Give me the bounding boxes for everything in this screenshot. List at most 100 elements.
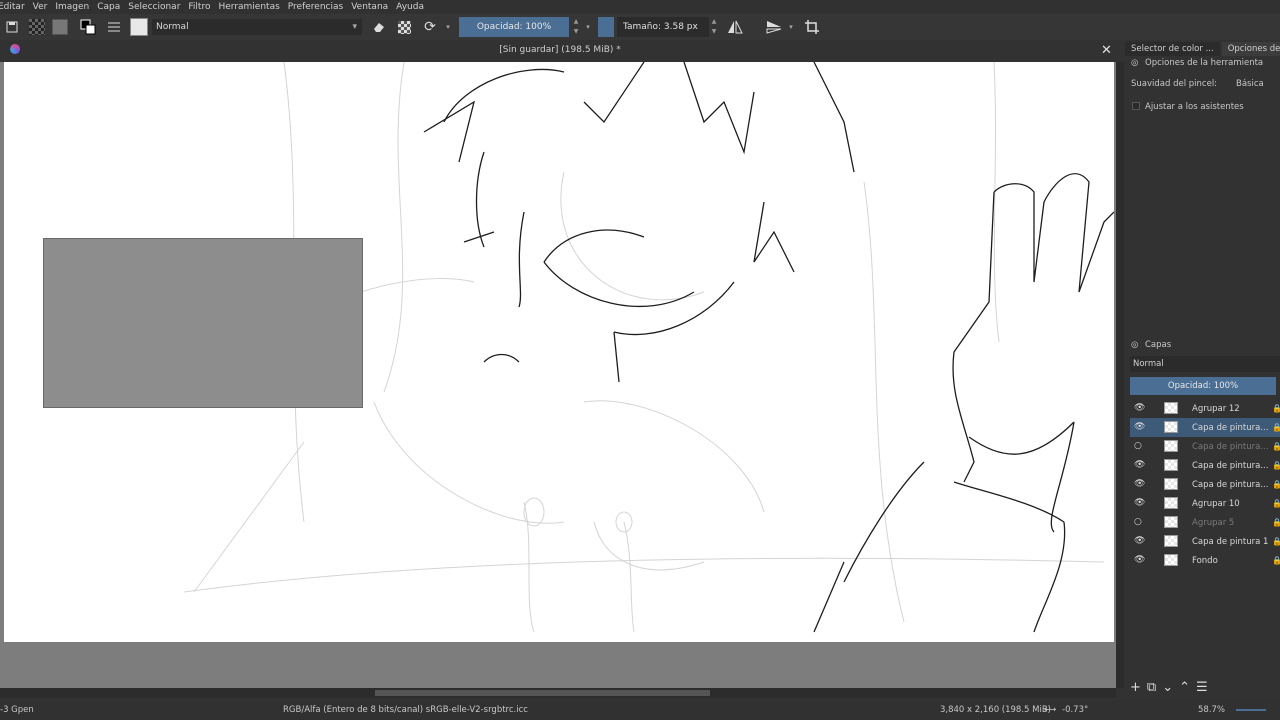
menu-ayuda[interactable]: Ayuda (396, 2, 424, 12)
menu-preferencias[interactable]: Preferencias (288, 2, 343, 12)
foreground-color-swatch[interactable] (598, 17, 614, 37)
layer-name: Agrupar 12 (1192, 404, 1240, 414)
menu-herramientas[interactable]: Herramientas (218, 2, 279, 12)
lock-icon[interactable]: 🔒 (1272, 499, 1280, 508)
wrap-around-icon[interactable] (803, 18, 821, 36)
status-bar: -3 Gpen RGB/Alfa (Entero de 8 bits/canal… (0, 700, 1280, 720)
lock-icon[interactable]: 🔒 (1272, 461, 1280, 470)
layer-thumbnail (1164, 478, 1178, 490)
layer-thumbnail (1164, 497, 1178, 509)
lock-icon[interactable]: 🔒 (1272, 537, 1280, 546)
layer-row[interactable]: 👁 Capa de pintura... 🔒 (1130, 456, 1280, 475)
lock-icon[interactable]: 🔒 (1272, 423, 1280, 432)
status-rotation[interactable]: -0.73° (1062, 705, 1088, 715)
layer-opacity-slider[interactable]: Opacidad: 100% (1130, 377, 1276, 395)
status-zoom[interactable]: 58.7% (1198, 705, 1225, 715)
eye-icon[interactable]: 👁 (1134, 555, 1145, 565)
layer-blend-select[interactable]: Normal (1130, 356, 1280, 372)
size-slider[interactable]: Tamaño: 3.58 px (617, 17, 709, 37)
layer-name: Fondo (1192, 556, 1218, 566)
mirror-horizontal-icon[interactable] (726, 18, 744, 36)
menu-filtro[interactable]: Filtro (188, 2, 210, 12)
layer-name: Capa de pintura... (1192, 423, 1269, 433)
color-swap-icon[interactable] (79, 18, 97, 36)
blend-mode-value: Normal (156, 22, 189, 32)
opacity-spinner-icon[interactable]: ▲ ▼ (572, 17, 580, 37)
blend-mode-select[interactable]: Normal ▾ (152, 19, 362, 35)
eye-icon[interactable]: 👁 (1134, 479, 1145, 489)
layer-row[interactable]: 👁 Agrupar 12 🔒 (1130, 399, 1280, 418)
layer-thumbnail (1164, 516, 1178, 528)
eraser-icon[interactable] (371, 18, 387, 36)
menu-editar[interactable]: Editar (0, 2, 25, 12)
close-icon[interactable]: ✕ (1101, 43, 1112, 58)
canvas[interactable] (0, 62, 1116, 688)
layer-row[interactable]: 👁 Fondo 🔒 (1130, 551, 1280, 570)
layer-thumbnail (1164, 535, 1178, 547)
brush-preset-icon[interactable] (129, 18, 149, 36)
menu-capa[interactable]: Capa (97, 2, 120, 12)
brush-smoothing-label: Suavidad del pincel: (1131, 79, 1218, 89)
tool-options-lock-icon[interactable]: ◎ (1131, 58, 1138, 68)
eye-icon[interactable]: 👁 (1134, 460, 1145, 470)
status-dimensions: 3,840 x 2,160 (198.5 MiB) (940, 705, 1051, 715)
eye-icon[interactable]: 👁 (1134, 403, 1145, 413)
document-title: [Sin guardar] (198.5 MiB) * (499, 45, 621, 55)
layer-row[interactable]: 👁 Capa de pintura... 🔒 (1130, 475, 1280, 494)
eye-hidden-icon[interactable]: ○ (1134, 517, 1142, 527)
menu-imagen[interactable]: Imagen (55, 2, 89, 12)
lock-icon[interactable]: 🔒 (1272, 480, 1280, 489)
brush-smoothing-select[interactable]: Básica (1236, 79, 1264, 89)
preserve-alpha-icon[interactable] (396, 18, 412, 36)
menu-ventana[interactable]: Ventana (351, 2, 388, 12)
menu-bar: Editar Ver Imagen Capa Seleccionar Filtr… (0, 0, 1280, 14)
krita-logo-icon (10, 44, 20, 54)
lock-icon[interactable]: 🔒 (1272, 518, 1280, 527)
layer-thumbnail (1164, 459, 1178, 471)
layer-properties-icon[interactable]: ☰ (1196, 680, 1208, 695)
chevron-down-icon[interactable]: ▾ (444, 18, 452, 36)
lock-icon[interactable]: 🔒 (1272, 442, 1280, 451)
eye-icon[interactable]: 👁 (1134, 536, 1145, 546)
move-down-icon[interactable]: ⌄ (1162, 680, 1173, 695)
lock-icon[interactable]: 🔒 (1272, 404, 1280, 413)
eye-icon[interactable]: 👁 (1134, 422, 1145, 432)
layer-row[interactable]: ○ Agrupar 5 🔒 (1130, 513, 1280, 532)
layer-row[interactable]: 👁 Capa de pintura... 🔒 (1130, 418, 1280, 437)
layer-row[interactable]: ○ Capa de pintura... 🔒 (1130, 437, 1280, 456)
duplicate-layer-icon[interactable]: ⧉ (1147, 680, 1156, 695)
assistants-checkbox[interactable] (1132, 102, 1140, 110)
menu-seleccionar[interactable]: Seleccionar (128, 2, 180, 12)
move-up-icon[interactable]: ⌃ (1179, 680, 1190, 695)
vertical-scrollbar[interactable] (1116, 62, 1124, 688)
layer-row[interactable]: 👁 Agrupar 10 🔒 (1130, 494, 1280, 513)
zoom-slider[interactable] (1236, 709, 1266, 711)
add-layer-icon[interactable]: + (1130, 680, 1141, 695)
opacity-slider[interactable]: Opacidad: 100% (459, 17, 569, 37)
lock-icon[interactable]: 🔒 (1272, 556, 1280, 565)
selection-overlay-rect (43, 238, 363, 408)
brush-settings-icon[interactable] (105, 18, 123, 36)
chevron-down-icon[interactable]: ▾ (787, 18, 795, 36)
tab-color-selector[interactable]: Selector de color ... (1125, 42, 1220, 56)
layers-lock-icon[interactable]: ◎ (1131, 340, 1138, 350)
rotation-icon[interactable]: ⟷ (1044, 705, 1056, 715)
layer-thumbnail (1164, 440, 1178, 452)
eye-icon[interactable]: 👁 (1134, 498, 1145, 508)
gradient-icon[interactable] (28, 18, 46, 36)
reload-preset-icon[interactable]: ⟳ (421, 18, 439, 36)
layer-row[interactable]: 👁 Capa de pintura 1 🔒 (1130, 532, 1280, 551)
tab-tool-options[interactable]: Opciones de la (1221, 42, 1280, 56)
size-spinner-icon[interactable]: ▲ ▼ (710, 17, 718, 37)
layer-thumbnail (1164, 554, 1178, 566)
scrollbar-thumb[interactable] (375, 690, 710, 696)
mirror-vertical-icon[interactable] (765, 18, 783, 36)
chevron-down-icon[interactable]: ▾ (584, 18, 592, 36)
status-brush: -3 Gpen (0, 705, 34, 715)
eye-hidden-icon[interactable]: ○ (1134, 441, 1142, 451)
save-icon[interactable] (4, 18, 20, 36)
horizontal-scrollbar[interactable] (0, 688, 1116, 698)
menu-ver[interactable]: Ver (33, 2, 48, 12)
pattern-icon[interactable] (51, 18, 69, 36)
layer-name: Capa de pintura... (1192, 480, 1269, 490)
